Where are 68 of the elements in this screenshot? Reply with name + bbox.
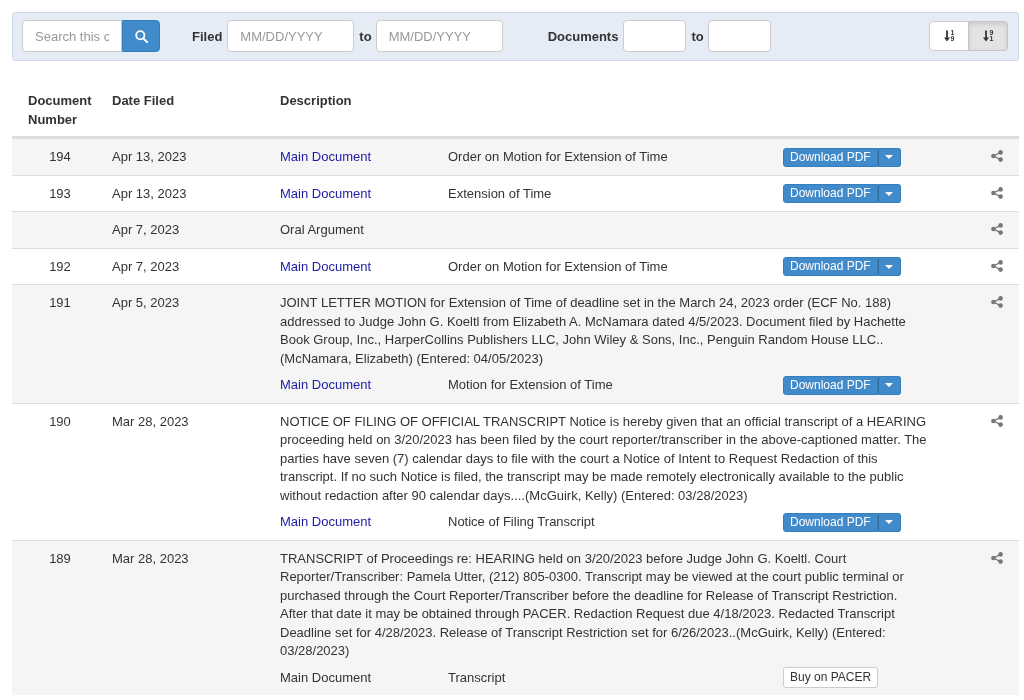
share-icon[interactable] (991, 259, 1003, 272)
share-icon[interactable] (991, 223, 1003, 235)
date-from-field[interactable]: MM/DD/YYYY (227, 20, 355, 52)
download-button[interactable]: Download PDF (783, 184, 878, 204)
search-icon (134, 29, 148, 43)
date-filed: Mar 28, 2023 (112, 550, 189, 566)
document-description: Motion for Extension of Time (448, 377, 613, 392)
date-filed: Mar 28, 2023 (112, 413, 189, 429)
date-filed: Apr 7, 2023 (112, 258, 180, 274)
dropdown-toggle-button[interactable] (877, 512, 901, 532)
dropdown-toggle-button[interactable] (877, 147, 901, 167)
download-button[interactable]: Download PDF (783, 147, 878, 167)
document-number: 190 (49, 413, 71, 429)
date-filed: Apr 7, 2023 (112, 222, 180, 237)
filed-label: Filed (192, 28, 223, 44)
share-icon[interactable] (991, 551, 1003, 564)
download-button[interactable]: Download PDF (783, 375, 878, 395)
caret-icon (885, 383, 894, 388)
date-filed: Apr 5, 2023 (112, 295, 180, 310)
documents-label: Documents (547, 28, 619, 44)
down-arrow-icon (943, 30, 950, 42)
column-header: Date Filed (111, 92, 176, 110)
share-icon[interactable] (991, 150, 1003, 162)
column-header: Description (279, 92, 353, 110)
column-header: Document Number (27, 92, 93, 129)
dropdown-toggle-button[interactable] (877, 257, 901, 277)
document-number: 193 (49, 185, 71, 201)
search-field[interactable]: Search this c (22, 20, 122, 52)
document-description: Transcript (448, 669, 506, 685)
date-filed: Apr 13, 2023 (112, 185, 187, 201)
document-description: Notice of Filing Transcript (448, 514, 595, 529)
dropdown-toggle-button[interactable] (877, 184, 901, 204)
caret-icon (885, 155, 894, 160)
document-link[interactable]: Main Document (280, 185, 372, 201)
date-filed: Apr 13, 2023 (112, 149, 187, 164)
document-link[interactable]: Main Document (280, 258, 372, 274)
document-number: 191 (49, 295, 71, 310)
share-icon[interactable] (991, 296, 1003, 308)
document-label: Main Document (280, 669, 372, 685)
document-to-field[interactable] (707, 20, 771, 52)
document-link[interactable]: Main Document (280, 377, 372, 392)
document-number: 192 (49, 258, 71, 274)
caret-icon (885, 520, 894, 525)
document-number: 194 (49, 149, 71, 164)
share-icon[interactable] (991, 414, 1003, 427)
entry-description: JOINT LETTER MOTION for Extension of Time of deadline set in the March 24, 2023 order (ECF No. 188) addressed to Judge John G. Koeltl from Elizabeth A. McNamara dated 4/5/2023. Document filed by Hachette Book Group, Inc., HarperCollins Publishers LLC, John Wiley & Sons, Inc., Penguin Random House LLC..(McNamara, Elizabeth) (Entered: 04/05/2023) (280, 294, 907, 368)
date-to-field[interactable]: MM/DD/YYYY (375, 20, 503, 52)
document-description: Order on Motion for Extension of Time (448, 258, 668, 274)
document-description: Extension of Time (448, 185, 552, 201)
document-description: Order on Motion for Extension of Time (448, 149, 668, 164)
document-number: 189 (49, 550, 71, 566)
entry-description: TRANSCRIPT of Proceedings re: HEARING held on 3/20/2023 before Judge John G. Koeltl. Court Reporter/Transcriber: Pamela Utter, (212) 805-0300. Transcript may be viewed at the court public terminal or purchased through the Court Reporter/Transcriber before the deadline for Release of Transcript Restriction. After that date it may be obtained through PACER. Redaction Request due 4/18/2023. Redacted Transcript Deadline set for 4/28/2023. Release of Transcript Restriction set for 6/26/2023..(McGuirk, Kelly) (Entered: 03/28/2023) (280, 549, 905, 660)
search-button[interactable] (122, 20, 160, 52)
to-label: to (359, 28, 372, 44)
download-button[interactable]: Download PDF (783, 257, 878, 277)
caret-icon (885, 191, 894, 196)
download-button[interactable]: Download PDF (783, 512, 878, 532)
buy-button[interactable]: Buy on PACER (783, 667, 879, 689)
down-arrow-icon (982, 30, 989, 42)
document-link[interactable]: Main Document (280, 514, 372, 529)
to-label: to (691, 28, 704, 44)
document-from-field[interactable] (623, 20, 687, 52)
entry-description: NOTICE OF FILING OF OFFICIAL TRANSCRIPT Notice is hereby given that an official transcript of a HEARING proceeding held on 3/20/2023 has been filed by the court reporter/transcriber in the above-captioned matter. The parties have seven (7) calendar days to file with the court a Notice of Intent to Request Redaction of this transcript. If no such Notice is filed, the transcript may be made remotely electronically available to the public without redaction after 90 calendar days....(McGuirk, Kelly) (Entered: 03/28/2023) (280, 412, 927, 505)
document-link[interactable]: Main Document (280, 149, 372, 164)
share-icon[interactable] (991, 186, 1003, 199)
caret-icon (885, 264, 894, 269)
entry-description: Oral Argument (280, 221, 365, 239)
dropdown-toggle-button[interactable] (877, 375, 901, 395)
